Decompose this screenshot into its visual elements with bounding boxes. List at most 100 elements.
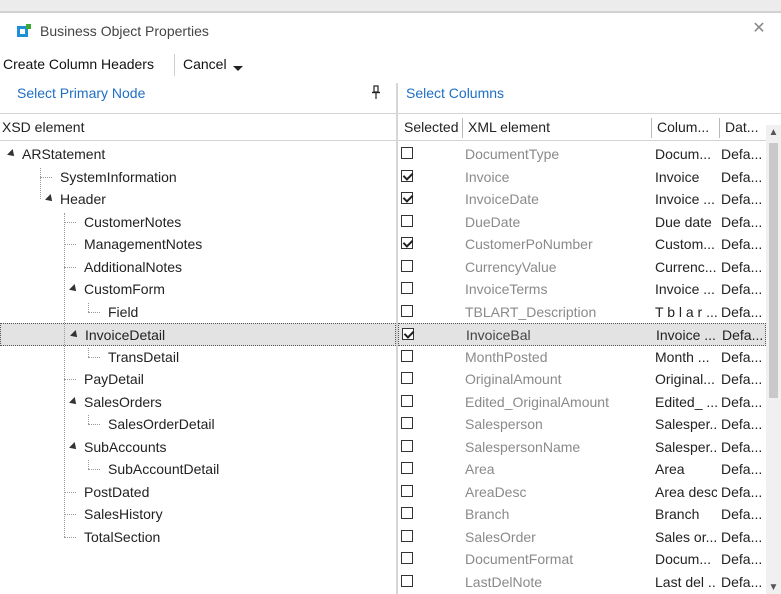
column-name-cell[interactable]: Edited_ ... <box>655 394 717 410</box>
column-name-cell[interactable]: T b l a r ... <box>655 304 717 320</box>
tree-node[interactable]: PostDated <box>0 481 396 504</box>
column-name-cell[interactable]: Last del ... <box>655 574 717 590</box>
data-type-cell[interactable]: Defa... <box>721 506 765 522</box>
xml-element-cell[interactable]: InvoiceDate <box>465 191 651 207</box>
table-row[interactable]: SalesOrder Sales or... Defa... <box>398 526 766 549</box>
data-type-cell[interactable]: Defa... <box>721 259 765 275</box>
checkbox-icon[interactable] <box>401 507 413 519</box>
column-name-cell[interactable]: Invoice <box>655 169 717 185</box>
column-name-cell[interactable]: Branch <box>655 506 717 522</box>
data-type-cell[interactable]: Defa... <box>721 304 765 320</box>
xml-element-cell[interactable]: InvoiceBal <box>466 327 652 343</box>
table-row[interactable]: AreaDesc Area desc Defa... <box>398 481 766 504</box>
create-column-headers-button[interactable]: Create Column Headers <box>3 56 154 72</box>
data-type-cell[interactable]: Defa... <box>721 529 765 545</box>
expander-icon[interactable] <box>69 441 79 452</box>
expander-icon[interactable] <box>69 396 79 407</box>
column-name-cell[interactable]: Original... <box>655 371 717 387</box>
data-type-cell[interactable]: Defa... <box>721 574 765 590</box>
checkbox-icon[interactable] <box>401 372 413 384</box>
data-type-cell[interactable]: Defa... <box>721 281 765 297</box>
checkbox-icon[interactable] <box>401 574 413 587</box>
xml-element-cell[interactable]: Edited_OriginalAmount <box>465 394 651 410</box>
table-row[interactable]: InvoiceBal Invoice ... Defa... <box>398 323 766 346</box>
checkbox-icon[interactable] <box>401 237 413 249</box>
tree-node[interactable]: CustomerNotes <box>0 211 396 234</box>
column-separator[interactable] <box>651 118 652 138</box>
table-row[interactable]: DocumentFormat Docum... Defa... <box>398 548 766 571</box>
table-row[interactable]: DueDate Due date Defa... <box>398 211 766 234</box>
column-separator[interactable] <box>462 118 463 138</box>
xml-element-cell[interactable]: TBLART_Description <box>465 304 651 320</box>
table-row[interactable]: LastDelNote Last del ... Defa... <box>398 571 766 594</box>
scroll-down-icon[interactable]: ▼ <box>766 580 781 594</box>
xml-element-cell[interactable]: CustomerPoNumber <box>465 236 651 252</box>
header-column-name[interactable]: Colum... <box>657 119 717 135</box>
column-name-cell[interactable]: Custom... <box>655 236 717 252</box>
tree-node[interactable]: SubAccountDetail <box>0 458 396 481</box>
column-name-cell[interactable]: Invoice ... <box>655 191 717 207</box>
scroll-up-icon[interactable]: ▲ <box>766 125 781 140</box>
table-row[interactable]: CurrencyValue Currenc... Defa... <box>398 256 766 279</box>
xml-element-cell[interactable]: AreaDesc <box>465 484 651 500</box>
xsd-element-column-header[interactable]: XSD element <box>0 113 396 141</box>
data-type-cell[interactable]: Defa... <box>721 146 765 162</box>
column-name-cell[interactable]: Sales or... <box>655 529 717 545</box>
checkbox-icon[interactable] <box>401 484 413 497</box>
tree-node[interactable]: CustomForm <box>0 278 396 301</box>
xml-element-cell[interactable]: DocumentFormat <box>465 551 651 567</box>
tree-node[interactable]: InvoiceDetail <box>0 323 396 346</box>
checkbox-icon[interactable] <box>401 552 413 564</box>
expander-icon[interactable] <box>45 194 55 204</box>
tree-node[interactable]: ARStatement <box>0 143 396 166</box>
column-separator[interactable] <box>719 118 720 138</box>
tree-node[interactable]: Field <box>0 301 396 324</box>
tree-node[interactable]: TotalSection <box>0 526 396 549</box>
table-row[interactable]: CustomerPoNumber Custom... Defa... <box>398 233 766 256</box>
expander-icon[interactable] <box>69 284 79 294</box>
xml-element-cell[interactable]: Branch <box>465 506 651 522</box>
table-row[interactable]: Invoice Invoice Defa... <box>398 166 766 189</box>
data-type-cell[interactable]: Defa... <box>721 461 765 477</box>
checkbox-icon[interactable] <box>401 417 413 429</box>
tree-node[interactable]: SalesOrderDetail <box>0 413 396 436</box>
expander-icon[interactable] <box>7 149 17 159</box>
scrollbar-thumb[interactable] <box>769 143 778 398</box>
xml-element-cell[interactable]: InvoiceTerms <box>465 281 651 297</box>
table-row[interactable]: InvoiceTerms Invoice ... Defa... <box>398 278 766 301</box>
table-row[interactable]: TBLART_Description T b l a r ... Defa... <box>398 301 766 324</box>
header-xml-element[interactable]: XML element <box>468 119 648 135</box>
column-name-cell[interactable]: Area <box>655 461 717 477</box>
checkbox-icon[interactable] <box>401 259 413 272</box>
tree-node[interactable]: SalesOrders <box>0 391 396 414</box>
vertical-scrollbar[interactable]: ▲ ▼ <box>766 125 781 594</box>
checkbox-icon[interactable] <box>401 349 413 362</box>
checkbox-icon[interactable] <box>401 214 413 227</box>
checkbox-icon[interactable] <box>401 529 413 542</box>
checkbox-icon[interactable] <box>401 304 413 317</box>
data-type-cell[interactable]: Defa... <box>721 236 765 252</box>
xml-element-cell[interactable]: DocumentType <box>465 146 651 162</box>
close-icon[interactable]: ✕ <box>749 19 769 39</box>
checkbox-icon[interactable] <box>401 439 413 452</box>
table-row[interactable]: Salesperson Salesper... Defa... <box>398 413 766 436</box>
data-type-cell[interactable]: Defa... <box>721 394 765 410</box>
data-type-cell[interactable]: Defa... <box>721 551 765 567</box>
table-row[interactable]: MonthPosted Month ... Defa... <box>398 346 766 369</box>
header-selected[interactable]: Selected <box>404 119 460 135</box>
xml-element-cell[interactable]: SalespersonName <box>465 439 651 455</box>
table-row[interactable]: Branch Branch Defa... <box>398 503 766 526</box>
tree-node[interactable]: SalesHistory <box>0 503 396 526</box>
tree-node[interactable]: ManagementNotes <box>0 233 396 256</box>
xml-element-cell[interactable]: MonthPosted <box>465 349 651 365</box>
xml-element-cell[interactable]: DueDate <box>465 214 651 230</box>
table-row[interactable]: SalespersonName Salesper... Defa... <box>398 436 766 459</box>
column-name-cell[interactable]: Docum... <box>655 146 717 162</box>
data-type-cell[interactable]: Defa... <box>721 439 765 455</box>
cancel-button[interactable]: Cancel <box>183 56 243 72</box>
xml-element-cell[interactable]: CurrencyValue <box>465 259 651 275</box>
table-row[interactable]: DocumentType Docum... Defa... <box>398 143 766 166</box>
checkbox-icon[interactable] <box>401 394 413 407</box>
column-name-cell[interactable]: Salesper... <box>655 416 717 432</box>
tree-node[interactable]: SubAccounts <box>0 436 396 459</box>
